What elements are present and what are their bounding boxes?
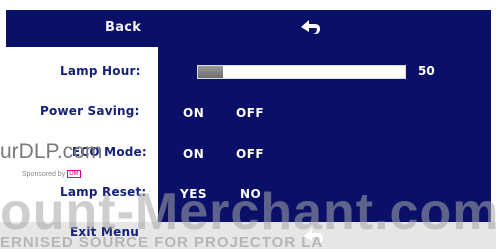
- lamp-hour-value: 50: [418, 64, 435, 78]
- lamp-hour-bar-fill: [198, 66, 223, 78]
- eco-mode-label: ECO Mode:: [72, 145, 147, 159]
- lamp-hour-bar: [197, 65, 406, 79]
- power-saving-off[interactable]: OFF: [236, 106, 264, 120]
- lamp-reset-no[interactable]: NO: [240, 187, 261, 201]
- back-arrow-icon[interactable]: [299, 17, 321, 37]
- back-label[interactable]: Back: [105, 20, 141, 35]
- power-saving-on[interactable]: ON: [183, 106, 204, 120]
- lamp-hour-label: Lamp Hour:: [60, 64, 141, 78]
- eco-mode-off[interactable]: OFF: [236, 147, 264, 161]
- back-bar[interactable]: [6, 10, 491, 47]
- exit-menu-label[interactable]: Exit Menu: [70, 225, 139, 239]
- exit-arrow-icon[interactable]: [302, 227, 324, 245]
- lamp-reset-yes[interactable]: YES: [180, 187, 207, 201]
- lamp-reset-label: Lamp Reset:: [60, 185, 147, 199]
- power-saving-label: Power Saving:: [40, 104, 140, 118]
- eco-mode-on[interactable]: ON: [183, 147, 204, 161]
